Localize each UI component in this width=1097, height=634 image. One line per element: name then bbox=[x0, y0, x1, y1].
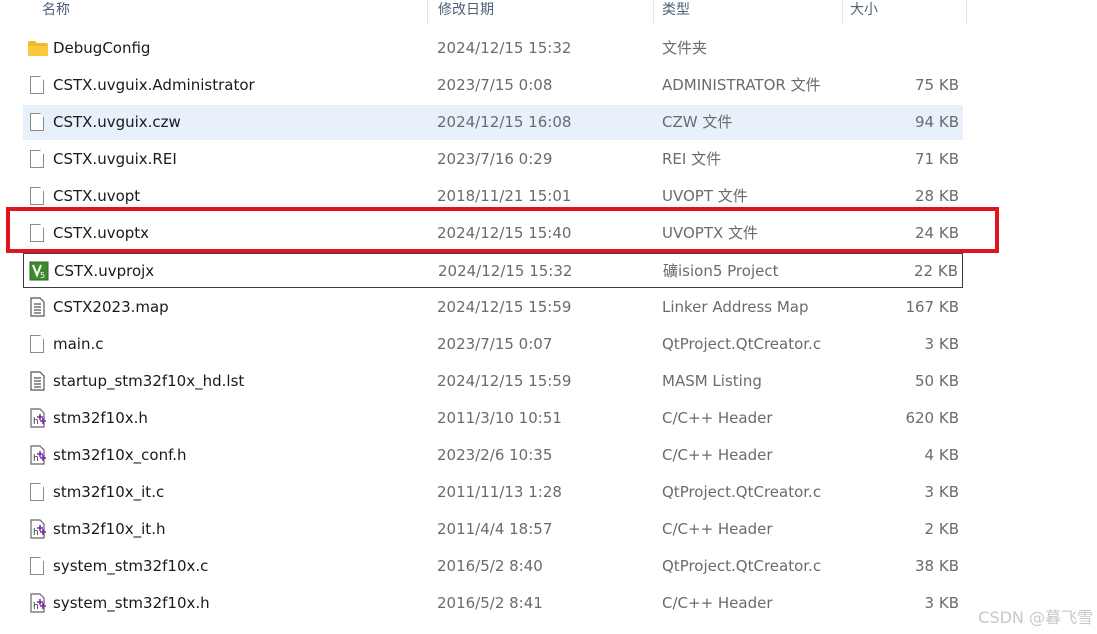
file-row[interactable]: main.c 2023/7/15 0:07 QtProject.QtCreator.… bbox=[23, 327, 963, 362]
file-type: QtProject.QtCreator.c bbox=[662, 483, 822, 501]
file-name: system_stm32f10x.c bbox=[53, 557, 209, 575]
file-date: 2016/5/2 8:40 bbox=[437, 557, 543, 575]
file-date: 2024/12/15 15:59 bbox=[437, 372, 572, 390]
file-row[interactable]: startup_stm32f10x_hd.lst 2024/12/15 15:59… bbox=[23, 364, 963, 399]
file-type: C/C++ Header bbox=[662, 446, 773, 464]
file-size: 167 KB bbox=[905, 298, 959, 316]
file-size: 3 KB bbox=[924, 594, 959, 612]
file-icon bbox=[28, 68, 50, 103]
file-type: ADMINISTRATOR 文件 bbox=[662, 76, 821, 94]
file-row[interactable]: stm32f10x_it.c 2011/11/13 1:28 QtProject.Q… bbox=[23, 475, 963, 510]
column-header-size[interactable]: 大小 bbox=[838, 0, 966, 22]
file-type: C/C++ Header bbox=[662, 409, 773, 427]
file-type: 文件夹 bbox=[662, 39, 708, 57]
file-row[interactable]: CSTX.uvguix.Administrator 2023/7/15 0:08 A… bbox=[23, 68, 963, 103]
file-name: CSTX.uvguix.czw bbox=[53, 113, 181, 131]
file-size: 620 KB bbox=[905, 409, 959, 427]
file-name: DebugConfig bbox=[53, 39, 151, 57]
file-type: C/C++ Header bbox=[662, 520, 773, 538]
file-icon bbox=[28, 327, 50, 362]
file-size: 22 KB bbox=[914, 262, 958, 280]
file-date: 2024/12/15 16:08 bbox=[437, 113, 572, 131]
file-type: 礦ision5 Project bbox=[663, 262, 779, 280]
file-type: QtProject.QtCreator.c bbox=[662, 335, 822, 353]
keil-project-icon: 5 bbox=[29, 254, 51, 289]
file-type: REI 文件 bbox=[662, 150, 722, 168]
file-size: 4 KB bbox=[924, 446, 959, 464]
file-date: 2011/11/13 1:28 bbox=[437, 483, 562, 501]
file-date: 2011/4/4 18:57 bbox=[437, 520, 553, 538]
file-icon bbox=[28, 105, 50, 140]
file-size: 38 KB bbox=[915, 557, 959, 575]
file-name: CSTX.uvguix.Administrator bbox=[53, 76, 255, 94]
file-row[interactable]: h stm32f10x_it.h 2011/4/4 18:57 C/C++ Heade… bbox=[23, 512, 963, 547]
header-file-icon: h bbox=[28, 512, 50, 547]
column-header-type[interactable]: 类型 bbox=[650, 0, 840, 22]
column-header-bar: 名称 修改日期 类型 大小 bbox=[0, 0, 1097, 26]
file-name: CSTX2023.map bbox=[53, 298, 169, 316]
header-file-icon: h bbox=[28, 438, 50, 473]
file-name: CSTX.uvguix.REI bbox=[53, 150, 177, 168]
file-date: 2024/12/15 15:32 bbox=[437, 39, 572, 57]
svg-text:h: h bbox=[33, 417, 39, 427]
file-row[interactable]: DebugConfig 2024/12/15 15:32 文件夹 bbox=[23, 31, 963, 66]
text-file-icon bbox=[28, 364, 50, 399]
column-divider[interactable] bbox=[966, 0, 967, 24]
file-date: 2023/7/15 0:07 bbox=[437, 335, 553, 353]
svg-text:h: h bbox=[33, 602, 39, 612]
text-file-icon bbox=[28, 290, 50, 325]
file-size: 3 KB bbox=[924, 483, 959, 501]
file-name: system_stm32f10x.h bbox=[53, 594, 210, 612]
file-row[interactable]: CSTX.uvguix.czw 2024/12/15 16:08 CZW 文件 94 … bbox=[23, 105, 963, 140]
file-row[interactable]: h system_stm32f10x.h 2016/5/2 8:41 C/C++ He… bbox=[23, 586, 963, 621]
svg-text:5: 5 bbox=[40, 271, 45, 280]
file-row[interactable]: CSTX2023.map 2024/12/15 15:59 Linker Addre… bbox=[23, 290, 963, 325]
file-type: Linker Address Map bbox=[662, 298, 809, 316]
file-size: 75 KB bbox=[915, 76, 959, 94]
watermark: CSDN @暮飞雪 bbox=[978, 608, 1093, 627]
file-row[interactable]: h stm32f10x.h 2011/3/10 10:51 C/C++ Header 6… bbox=[23, 401, 963, 436]
header-file-icon: h bbox=[28, 401, 50, 436]
file-name: stm32f10x.h bbox=[53, 409, 148, 427]
file-name: startup_stm32f10x_hd.lst bbox=[53, 372, 245, 390]
file-row[interactable]: system_stm32f10x.c 2016/5/2 8:40 QtProject… bbox=[23, 549, 963, 584]
red-highlight-box bbox=[6, 207, 999, 253]
folder-icon bbox=[28, 31, 50, 66]
file-row[interactable]: CSTX.uvguix.REI 2023/7/16 0:29 REI 文件 71 KB bbox=[23, 142, 963, 177]
file-name: stm32f10x_it.h bbox=[53, 520, 166, 538]
file-name: stm32f10x_it.c bbox=[53, 483, 165, 501]
file-type: CZW 文件 bbox=[662, 113, 733, 131]
file-date: 2016/5/2 8:41 bbox=[437, 594, 543, 612]
header-file-icon: h bbox=[28, 586, 50, 621]
file-type: MASM Listing bbox=[662, 372, 762, 390]
file-type: QtProject.QtCreator.c bbox=[662, 557, 822, 575]
column-header-date[interactable]: 修改日期 bbox=[426, 0, 652, 22]
file-row[interactable]: h stm32f10x_conf.h 2023/2/6 10:35 C/C++ Hea… bbox=[23, 438, 963, 473]
svg-text:h: h bbox=[33, 528, 39, 538]
file-icon bbox=[28, 549, 50, 584]
file-name: CSTX.uvprojx bbox=[54, 262, 155, 280]
file-row[interactable]: 5 CSTX.uvprojx 2024/12/15 15:32 礦ision5 Pro… bbox=[23, 253, 963, 288]
column-header-name[interactable]: 名称 bbox=[30, 0, 425, 22]
file-icon bbox=[28, 475, 50, 510]
file-size: 3 KB bbox=[924, 335, 959, 353]
svg-text:h: h bbox=[33, 454, 39, 464]
file-size: 71 KB bbox=[915, 150, 959, 168]
file-date: 2023/7/15 0:08 bbox=[437, 76, 553, 94]
file-name: main.c bbox=[53, 335, 104, 353]
file-size: 94 KB bbox=[915, 113, 959, 131]
file-date: 2023/7/16 0:29 bbox=[437, 150, 553, 168]
file-date: 2023/2/6 10:35 bbox=[437, 446, 553, 464]
file-name: stm32f10x_conf.h bbox=[53, 446, 187, 464]
file-date: 2024/12/15 15:59 bbox=[437, 298, 572, 316]
file-date: 2011/3/10 10:51 bbox=[437, 409, 562, 427]
file-date: 2024/12/15 15:32 bbox=[438, 262, 573, 280]
file-size: 50 KB bbox=[915, 372, 959, 390]
file-size: 2 KB bbox=[924, 520, 959, 538]
file-type: C/C++ Header bbox=[662, 594, 773, 612]
file-icon bbox=[28, 142, 50, 177]
